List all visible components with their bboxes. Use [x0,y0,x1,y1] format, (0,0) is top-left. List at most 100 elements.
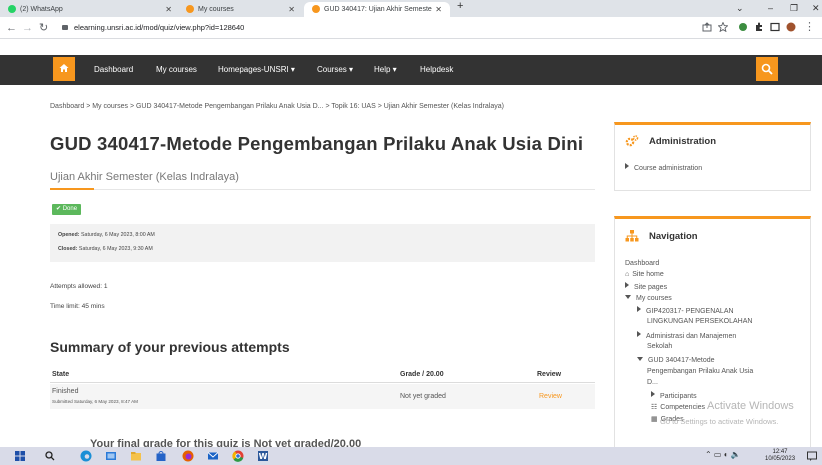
close-window-button[interactable]: ✕ [812,2,820,15]
profile-avatar-icon[interactable] [786,22,796,32]
tab-whatsapp[interactable]: (2) WhatsApp ✕ [0,2,180,17]
firefox-icon[interactable] [182,450,194,462]
nav-item-site-pages[interactable]: Site pages [625,282,667,293]
home-icon: ⌂ [625,271,630,278]
maximize-button[interactable]: ❐ [790,2,798,15]
administration-block: Administration Course administration [614,122,811,191]
time-limit: Time limit: 45 mins [50,303,105,310]
column-grade: Grade / 20.00 [400,371,444,378]
windows-taskbar: W ⌃ ▭ ◐ 🔈 [0,447,822,465]
task-view-icon[interactable] [105,450,117,462]
url-field[interactable]: elearning.unsri.ac.id/mod/quiz/view.php?… [58,20,698,36]
taskbar-search-icon[interactable] [44,450,56,462]
extension-icon[interactable] [738,22,748,32]
expand-arrow-icon [637,331,641,337]
nav-helpdesk[interactable]: Helpdesk [420,55,453,85]
chrome-icon[interactable] [232,450,244,462]
close-tab-icon[interactable]: ✕ [435,2,442,17]
mail-icon[interactable] [207,450,219,462]
attempt-grade: Not yet graded [400,393,446,400]
sitemap-icon [625,230,639,242]
column-review: Review [537,371,562,378]
review-link[interactable]: Review [539,393,562,400]
nav-course-gip420317[interactable]: GIP420317- PENGENALAN [637,306,734,317]
administration-title: Administration [649,136,717,147]
collapse-arrow-icon [625,295,631,299]
close-tab-icon[interactable]: ✕ [165,2,172,17]
tray-icons[interactable]: ⌃ ▭ ◐ 🔈 [705,450,741,459]
gears-icon [625,135,639,147]
activate-windows-hint: Go to Settings to activate Windows. [660,417,779,426]
nav-course-administrasi[interactable]: Administrasi dan Manajemen [637,331,736,342]
activate-windows-watermark: Activate Windows [707,400,794,412]
puzzle-icon[interactable] [754,22,764,32]
home-button[interactable] [53,57,75,81]
moodle-icon [186,4,194,13]
divider [50,189,595,190]
expand-arrow-icon [651,391,655,397]
navigation-title: Navigation [649,231,698,242]
breadcrumb[interactable]: Dashboard > My courses > GUD 340417-Meto… [50,103,504,110]
browser-tab-strip: (2) WhatsApp ✕ My courses ✕ GUD 340417: … [0,0,822,17]
opened-date: Opened: Saturday, 6 May 2023, 8:00 AM [58,232,155,238]
summary-heading: Summary of your previous attempts [50,339,290,355]
nav-homepages-unsri[interactable]: Homepages-UNSRI ▾ [218,55,295,85]
nav-course-gip420317-line2[interactable]: LINGKUNGAN PERSEKOLAHAN [647,317,752,327]
taskbar-clock[interactable]: 12:47 10/05/2023 [765,449,795,463]
sidebar-icon[interactable] [770,22,780,32]
nav-item-my-courses[interactable]: My courses [625,294,672,304]
clock-date: 10/05/2023 [765,456,796,462]
new-tab-button[interactable]: + [457,0,463,13]
nav-course-administrasi-line2[interactable]: Sekolah [647,342,672,352]
back-icon[interactable]: ← [6,21,17,35]
svg-text:W: W [259,452,268,461]
collapse-arrow-icon [637,357,643,361]
table-icon: ▦ [651,416,658,423]
attempts-allowed: Attempts allowed: 1 [50,283,108,290]
nav-course-gud340417-line3[interactable]: D... [647,378,658,388]
nav-item-competencies[interactable]: ☷ Competencies [651,403,705,413]
quiz-dates-box: Opened: Saturday, 6 May 2023, 8:00 AM Cl… [50,224,595,262]
moodle-icon [312,4,320,13]
nav-courses[interactable]: Courses ▾ [317,55,353,85]
close-tab-icon[interactable]: ✕ [288,2,295,17]
url-text: elearning.unsri.ac.id/mod/quiz/view.php?… [74,23,245,32]
expand-arrow-icon [625,282,629,288]
reload-icon[interactable]: ↻ [39,21,48,35]
nav-item-participants[interactable]: Participants [651,391,697,402]
nav-course-gud340417[interactable]: GUD 340417-Metode [637,356,715,366]
store-icon[interactable] [155,450,167,462]
search-button[interactable] [756,57,778,81]
forward-icon[interactable]: → [22,21,33,35]
edge-icon[interactable] [80,450,92,462]
tab-my-courses[interactable]: My courses ✕ [178,2,303,17]
nav-item-site-home[interactable]: ⌂ Site home [625,270,664,280]
done-badge: ✔ Done [52,204,82,215]
closed-date: Closed: Saturday, 6 May 2023, 9:30 AM [58,246,153,252]
nav-item-dashboard[interactable]: Dashboard [625,259,659,269]
column-state: State [52,371,70,378]
course-administration-item[interactable]: Course administration [625,163,702,174]
nav-course-gud340417-line2[interactable]: Pengembangan Prilaku Anak Usia [647,367,753,377]
bookmark-star-icon[interactable] [718,22,728,32]
lock-icon [62,25,68,30]
file-explorer-icon[interactable] [130,450,142,462]
minimize-button[interactable]: – [768,2,773,15]
tab-title: My courses [198,6,234,13]
windows-start-icon[interactable] [14,450,26,462]
attempt-submitted: Submitted Saturday, 6 May 2023, 8:47 AM [52,399,138,404]
share-icon[interactable] [702,22,712,32]
nav-dashboard[interactable]: Dashboard [94,55,133,85]
expand-arrow-icon [637,306,641,312]
nav-help[interactable]: Help ▾ [374,55,397,85]
quiz-title: Ujian Akhir Semester (Kelas Indralaya) [50,171,239,183]
course-title: GUD 340417-Metode Pengembangan Prilaku A… [50,133,584,154]
tab-quiz[interactable]: GUD 340417: Ujian Akhir Semeste ✕ [304,2,450,17]
notifications-icon[interactable] [806,450,818,462]
search-icon [761,63,773,75]
address-bar-row: ← → ↻ elearning.unsri.ac.id/mod/quiz/vie… [0,17,822,39]
browser-menu-icon[interactable]: ⋮ [804,20,815,34]
tab-search-icon[interactable]: ⌄ [736,2,744,15]
word-icon[interactable]: W [257,450,269,462]
nav-my-courses[interactable]: My courses [156,55,197,85]
